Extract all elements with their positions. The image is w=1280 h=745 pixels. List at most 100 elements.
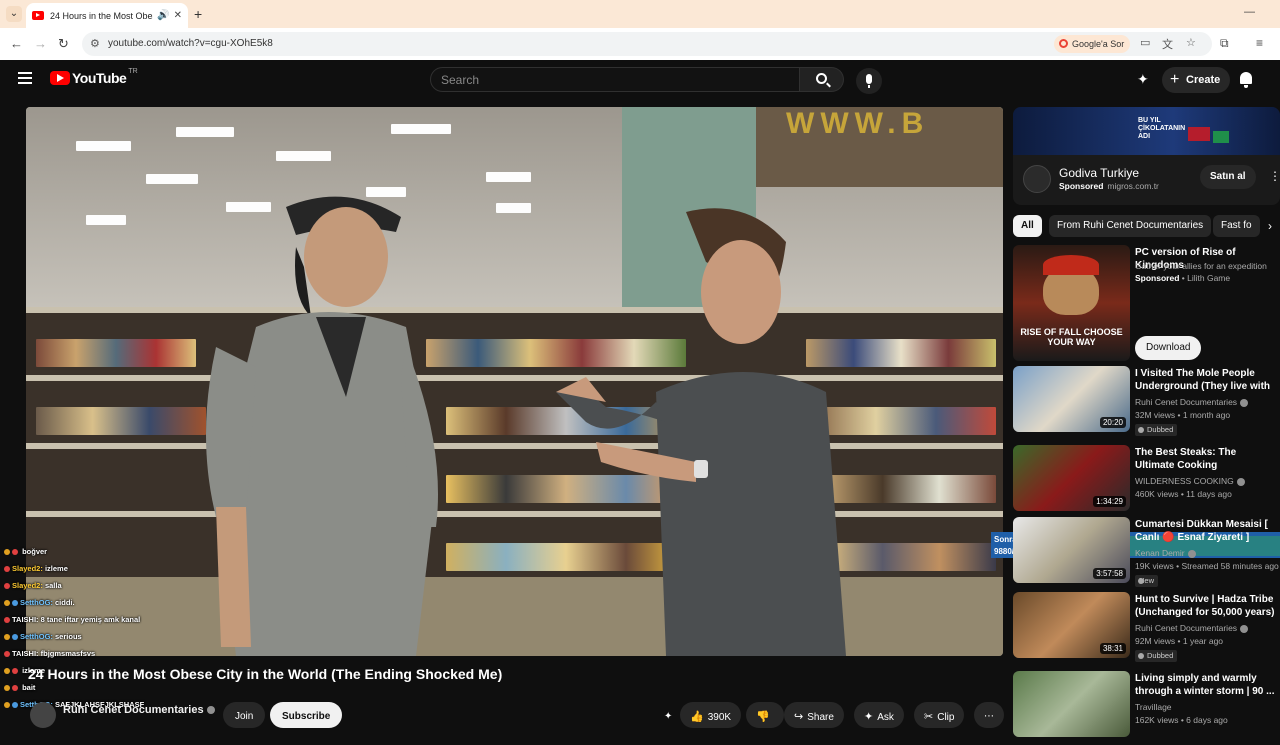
download-button[interactable]: Download xyxy=(1135,336,1202,360)
dislike-button[interactable]: 👎 xyxy=(746,702,784,728)
youtube-logo[interactable]: YouTube TR xyxy=(50,68,138,86)
thumbnail-text: RISE OF FALL CHOOSE YOUR WAY xyxy=(1020,327,1123,347)
rec-channel: Kenan Demir xyxy=(1135,548,1196,558)
video-title: 24 Hours in the Most Obese City in the W… xyxy=(28,666,503,682)
rec-thumbnail[interactable]: 20:20 xyxy=(1013,366,1130,432)
rec-channel: WILDERNESS COOKING xyxy=(1135,476,1245,486)
rec-meta: 92M views • 1 year ago xyxy=(1135,636,1224,646)
reload-icon[interactable]: ↻ xyxy=(58,36,69,52)
create-button[interactable]: + Create xyxy=(1162,67,1231,93)
rec-tag: Dubbed xyxy=(1135,424,1178,436)
sponsored-rec[interactable]: RISE OF FALL CHOOSE YOUR WAY PC version … xyxy=(1013,245,1280,361)
close-tab-icon[interactable]: ✕ xyxy=(174,10,182,21)
rec-thumbnail[interactable]: 3:57:58 xyxy=(1013,517,1130,583)
tab-search-icon[interactable]: ⌄ xyxy=(6,6,22,22)
rec-meta: 19K views • Streamed 58 minutes ago xyxy=(1135,561,1279,571)
share-icon: ↪ xyxy=(794,711,804,723)
translate-icon[interactable]: 文 xyxy=(1162,36,1173,52)
ad-meta: Sponsored migros.com.tr xyxy=(1059,181,1159,191)
url-text[interactable]: youtube.com/watch?v=cgu-XOhE5k8 xyxy=(108,38,273,49)
rec-duration: 3:57:58 xyxy=(1093,568,1126,579)
youtube-header: YouTube TR ✦ + Create xyxy=(0,60,1280,100)
channel-name[interactable]: Ruhi Cenet Documentaries xyxy=(63,704,215,716)
subscribe-button[interactable]: Subscribe xyxy=(270,702,343,728)
verified-icon xyxy=(1187,549,1196,558)
ad-banner-image: BU YIL ÇİKOLATANIN ADI xyxy=(1013,107,1280,155)
chat-line: SetthOG: serious xyxy=(4,632,82,641)
rec-item[interactable]: 38:31 Hunt to Survive | Hadza Tribe (Unc… xyxy=(1013,592,1280,666)
search-box xyxy=(430,67,800,92)
thumbs-up-icon: 👍 xyxy=(690,711,704,723)
rec-thumbnail[interactable]: 38:31 xyxy=(1013,592,1130,658)
chat-line: SetthOG: ciddi. xyxy=(4,598,75,607)
youtube-favicon-icon xyxy=(32,11,44,20)
speaker-icon[interactable]: 🔊 xyxy=(157,10,169,21)
ask-sparkle-icon: ✦ xyxy=(864,711,874,723)
advertiser-logo xyxy=(1023,165,1051,193)
rec-thumbnail[interactable]: 1:34:29 xyxy=(1013,445,1130,511)
ask-button[interactable]: ✦ Ask xyxy=(854,702,904,728)
forward-icon[interactable]: → xyxy=(34,36,47,51)
new-badge: New xyxy=(1135,575,1159,587)
share-button[interactable]: ↪ Share xyxy=(784,702,844,728)
store-banner: WWW.B xyxy=(756,107,1003,187)
channel-avatar[interactable] xyxy=(30,702,56,728)
new-tab-icon[interactable]: + xyxy=(194,6,202,22)
rec-duration: 38:31 xyxy=(1099,643,1126,654)
join-button[interactable]: Join xyxy=(223,702,266,728)
rec-thumbnail[interactable]: RISE OF FALL CHOOSE YOUR WAY xyxy=(1013,245,1130,361)
youtube-play-icon xyxy=(50,71,70,85)
rec-thumbnail[interactable] xyxy=(1013,671,1130,737)
search-input[interactable] xyxy=(431,68,799,91)
chip-from-channel[interactable]: From Ruhi Cenet Documentaries xyxy=(1049,215,1212,237)
rec-meta: 162K views • 6 days ago xyxy=(1135,715,1228,725)
chip-all[interactable]: All xyxy=(1013,215,1042,237)
screen-cast-icon[interactable]: ▭ xyxy=(1140,36,1150,49)
ad-title: Godiva Turkiye xyxy=(1059,166,1140,180)
chevron-right-icon[interactable]: › xyxy=(1268,219,1272,233)
more-actions-icon[interactable]: ⋯ xyxy=(974,702,1004,728)
address-bar[interactable]: ⚙ youtube.com/watch?v=cgu-XOhE5k8 Google… xyxy=(82,32,1212,56)
google-lens-chip[interactable]: Google'a Sor xyxy=(1054,35,1131,53)
notifications-bell-icon[interactable] xyxy=(1240,72,1252,88)
voice-search-button[interactable] xyxy=(856,68,882,94)
tab-title: 24 Hours in the Most Obese xyxy=(50,10,154,21)
logo-wordmark: YouTube xyxy=(72,70,127,86)
rec-title: Hunt to Survive | Hadza Tribe (Unchanged… xyxy=(1135,594,1275,618)
bookmark-star-icon[interactable]: ☆ xyxy=(1186,36,1196,49)
ai-sparkle-icon[interactable]: ✦ xyxy=(1137,71,1149,88)
search-icon xyxy=(816,73,827,84)
rec-duration: 1:34:29 xyxy=(1093,496,1126,507)
reading-list-icon[interactable]: ≡ xyxy=(1256,36,1263,50)
video-owner-row: Ruhi Cenet Documentaries Join Subscribe … xyxy=(0,698,1010,728)
browser-toolbar: ← → ↻ ⚙ youtube.com/watch?v=cgu-XOhE5k8 … xyxy=(0,28,1280,60)
menu-icon[interactable] xyxy=(18,72,32,84)
channel-sparkle-icon[interactable]: ✦ xyxy=(654,702,682,728)
rec-title: I Visited The Mole People Underground (T… xyxy=(1135,368,1271,392)
site-info-icon[interactable]: ⚙ xyxy=(90,37,100,50)
clip-button[interactable]: ✂ Clip xyxy=(914,702,965,728)
rec-item[interactable]: 20:20 I Visited The Mole People Undergro… xyxy=(1013,366,1280,440)
filter-chips: All From Ruhi Cenet Documentaries Fast f… xyxy=(1013,215,1280,237)
rec-item[interactable]: Living simply and warmly through a winte… xyxy=(1013,671,1280,745)
ad-more-icon[interactable]: ⋮ xyxy=(1269,169,1280,183)
rec-item[interactable]: 3:57:58 Cumartesi Dükkan Mesaisi [ Canlı… xyxy=(1013,517,1280,591)
like-button[interactable]: 👍 390K xyxy=(680,702,742,728)
verified-icon xyxy=(1240,398,1249,407)
back-icon[interactable]: ← xyxy=(10,36,23,51)
rec-meta: Sponsored • Lilith Game xyxy=(1135,273,1231,283)
chat-line: TAISHI: fbjgmsmasfsvs xyxy=(4,649,95,658)
ad-buy-button[interactable]: Satın al xyxy=(1200,165,1256,189)
extensions-icon[interactable]: ⧉ xyxy=(1220,36,1229,51)
stream-chat-overlay: boğver Slayed2: izleme Slayed2: salla Se… xyxy=(0,543,240,720)
rec-meta: 32M views • 1 month ago xyxy=(1135,410,1231,420)
minimize-icon[interactable]: — xyxy=(1244,6,1255,18)
chat-line: bait xyxy=(4,683,35,692)
chip-fast-food[interactable]: Fast fo xyxy=(1213,215,1260,237)
sponsored-ad-card[interactable]: BU YIL ÇİKOLATANIN ADI Godiva Turkiye Sp… xyxy=(1013,107,1280,205)
rec-title: Cumartesi Dükkan Mesaisi [ Canlı 🔴 Esnaf… xyxy=(1135,519,1268,543)
search-button[interactable] xyxy=(800,67,844,92)
rec-item[interactable]: 1:34:29 The Best Steaks: The Ultimate Co… xyxy=(1013,445,1280,519)
browser-tab[interactable]: 24 Hours in the Most Obese 🔊 ✕ xyxy=(26,3,188,28)
verified-icon xyxy=(1236,477,1245,486)
